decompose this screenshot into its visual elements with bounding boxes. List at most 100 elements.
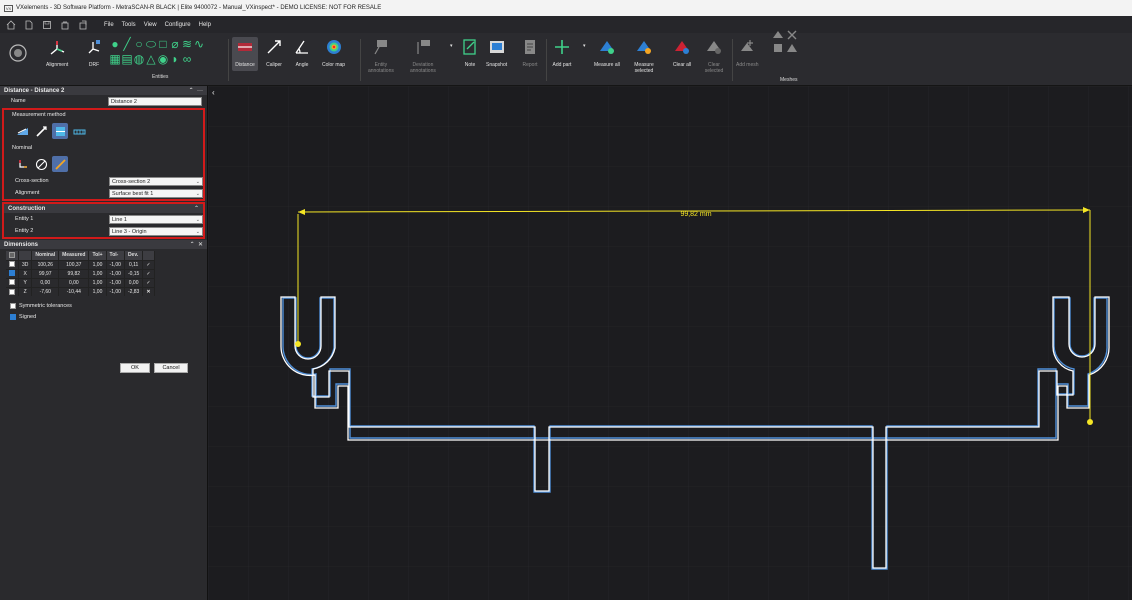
- menu-help[interactable]: Help: [199, 22, 211, 28]
- annotations-dropdown[interactable]: ▾: [450, 43, 453, 49]
- panel-collapse-icon[interactable]: ⌃ ···: [189, 87, 203, 94]
- menu-file[interactable]: File: [104, 22, 114, 28]
- deviation-annotations-button[interactable]: Deviation annotations: [410, 37, 436, 74]
- name-input[interactable]: Distance 2: [108, 96, 202, 106]
- pattern-icon[interactable]: ∞: [181, 52, 193, 67]
- tol-plus-cell[interactable]: 1,00: [88, 277, 107, 287]
- distance-button[interactable]: Distance: [232, 37, 258, 71]
- nominal-axis-icon[interactable]: [14, 156, 30, 172]
- home-icon[interactable]: [4, 19, 18, 31]
- viewport-canvas[interactable]: 99,82 mm: [208, 86, 1132, 600]
- polyline-icon[interactable]: ≋: [181, 37, 193, 52]
- endpoint-marker-left[interactable]: [295, 341, 301, 347]
- slot-icon[interactable]: ⬭: [145, 37, 157, 52]
- note-button[interactable]: Note: [460, 37, 480, 68]
- tol-plus-cell[interactable]: 1,00: [88, 259, 107, 269]
- collapse-icon[interactable]: ⌃: [194, 205, 199, 212]
- nominal-none-icon[interactable]: [33, 156, 49, 172]
- symmetric-tolerances-option[interactable]: Symmetric tolerances: [0, 300, 207, 311]
- nominal-cell[interactable]: -7,60: [31, 286, 60, 296]
- cross-section-select[interactable]: Cross-section 2 ⌄: [109, 176, 203, 186]
- snapshot-button[interactable]: Snapshot: [486, 37, 507, 68]
- close-icon[interactable]: ⌃ ✕: [190, 241, 203, 248]
- cone-icon[interactable]: △: [145, 52, 157, 67]
- row-checkbox[interactable]: [9, 261, 15, 268]
- entity2-select[interactable]: Line 3 - Origin ⌄: [109, 226, 203, 236]
- tol-minus-cell[interactable]: -1,00: [106, 286, 125, 296]
- title-bar: VX VXelements - 3D Software Platform - M…: [0, 0, 1132, 16]
- tol-minus-cell[interactable]: -1,00: [106, 259, 125, 269]
- distance-label: Distance: [235, 62, 255, 68]
- new-file-icon[interactable]: [22, 19, 36, 31]
- add-part-button[interactable]: Add part: [552, 37, 572, 68]
- nominal-cell[interactable]: 99,97: [31, 268, 60, 278]
- scanner-button[interactable]: [8, 43, 28, 63]
- nominal-options: [4, 153, 203, 175]
- add-part-dropdown[interactable]: ▾: [583, 43, 586, 49]
- signed-checkbox[interactable]: [10, 313, 16, 320]
- point-icon[interactable]: ●: [109, 37, 121, 52]
- clear-selected-button[interactable]: Clear selected: [704, 37, 724, 74]
- sphere-icon[interactable]: ◍: [133, 52, 145, 67]
- name-row: Name Distance 2: [0, 95, 207, 107]
- table-row[interactable]: 3D 100,26 100,37 1,00 -1,00 0,11 ✓: [6, 259, 155, 269]
- collapse-panel-icon[interactable]: ‹: [212, 88, 215, 97]
- row-checkbox[interactable]: [9, 288, 15, 295]
- arc-icon[interactable]: ◗: [169, 52, 181, 67]
- nominal-cell[interactable]: 100,26: [31, 259, 60, 269]
- tol-plus-cell[interactable]: 1,00: [88, 286, 107, 296]
- angle-button[interactable]: Angle: [292, 37, 312, 68]
- method-cross-section-icon[interactable]: [52, 123, 68, 139]
- cylinder-icon[interactable]: ⌀: [169, 37, 181, 52]
- nominal-probe-icon[interactable]: [52, 156, 68, 172]
- symmetric-tolerances-checkbox[interactable]: [10, 302, 16, 309]
- torus-icon[interactable]: ◉: [157, 52, 169, 67]
- endpoint-marker-right[interactable]: [1087, 419, 1093, 425]
- circle-icon[interactable]: ○: [133, 37, 145, 52]
- 3d-viewport[interactable]: 99,82 mm: [208, 86, 1132, 600]
- menu-tools[interactable]: Tools: [122, 22, 136, 28]
- color-map-label: Color map: [322, 62, 346, 68]
- alignment-button[interactable]: Alignment: [46, 37, 68, 68]
- clear-all-button[interactable]: Clear all: [672, 37, 692, 68]
- entity-annotations-button[interactable]: Entity annotations: [368, 37, 394, 74]
- table-row[interactable]: Z -7,60 -10,44 1,00 -1,00 -2,83 ✕: [6, 286, 155, 296]
- rectangle-icon[interactable]: □: [157, 37, 169, 52]
- method-mesh-icon[interactable]: [71, 123, 87, 139]
- table-row[interactable]: Y 0,00 0,00 1,00 -1,00 0,00 ✓: [6, 277, 155, 287]
- measure-selected-button[interactable]: Measure selected: [634, 37, 654, 74]
- save-icon[interactable]: [40, 19, 54, 31]
- cancel-button[interactable]: Cancel: [154, 363, 188, 373]
- row-checkbox[interactable]: [9, 270, 15, 277]
- report-button[interactable]: Report: [520, 37, 540, 68]
- method-fit-icon[interactable]: [14, 123, 30, 139]
- menu-view[interactable]: View: [144, 22, 157, 28]
- drf-button[interactable]: DRF: [84, 37, 104, 68]
- curve-icon[interactable]: ∿: [193, 37, 205, 52]
- method-probe-icon[interactable]: [33, 123, 49, 139]
- table-row[interactable]: X 99,97 99,82 1,00 -1,00 -0,15 ✓: [6, 268, 155, 278]
- alignment-select[interactable]: Surface best fit 1 ⌄: [109, 188, 203, 198]
- row-checkbox[interactable]: [9, 279, 15, 286]
- measure-all-button[interactable]: Measure all: [594, 37, 620, 68]
- nominal-cell[interactable]: 0,00: [31, 277, 60, 287]
- menu-configure[interactable]: Configure: [165, 22, 191, 28]
- entity1-select[interactable]: Line 1 ⌄: [109, 214, 203, 224]
- plane-icon[interactable]: ▦: [109, 52, 121, 67]
- select-all-checkbox[interactable]: [9, 252, 15, 259]
- select-all-header[interactable]: [6, 251, 19, 260]
- line-icon[interactable]: ╱: [121, 37, 133, 52]
- caliper-button[interactable]: Caliper: [264, 37, 284, 68]
- measured-cell: -10,44: [58, 286, 90, 296]
- tol-minus-cell[interactable]: -1,00: [106, 277, 125, 287]
- dialog-buttons: OK Cancel: [120, 363, 188, 373]
- add-mesh-button[interactable]: Add mesh: [736, 37, 759, 68]
- redo-icon[interactable]: [76, 19, 90, 31]
- tol-minus-cell[interactable]: -1,00: [106, 268, 125, 278]
- color-map-button[interactable]: Color map: [322, 37, 345, 68]
- ok-button[interactable]: OK: [120, 363, 150, 373]
- surface-icon[interactable]: ▤: [121, 52, 133, 67]
- undo-icon[interactable]: [58, 19, 72, 31]
- tol-plus-cell[interactable]: 1,00: [88, 268, 107, 278]
- signed-option[interactable]: Signed: [0, 311, 207, 322]
